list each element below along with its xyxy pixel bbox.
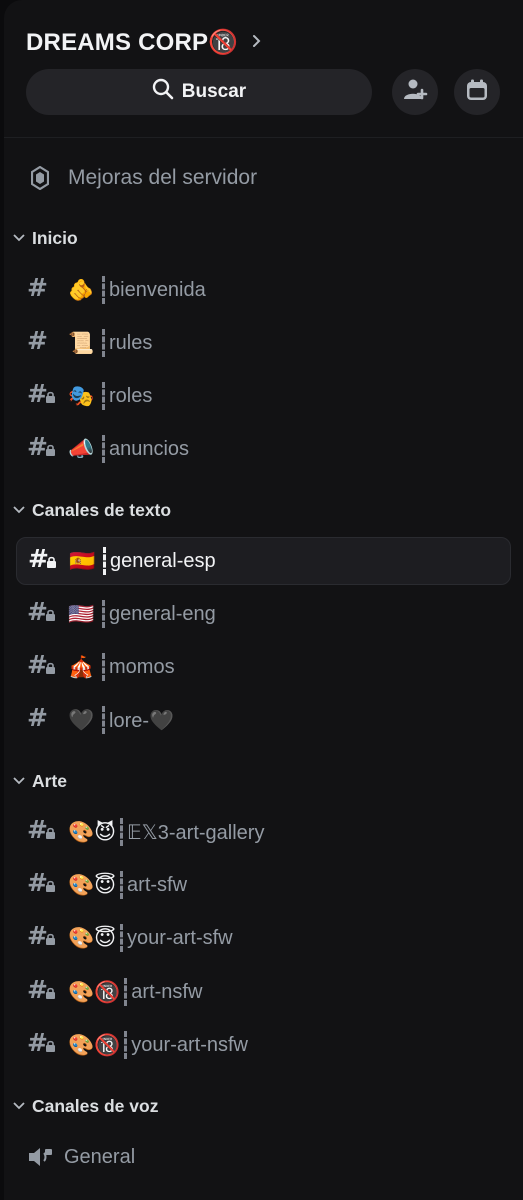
channel-item[interactable]: # 🎨😇 your-art-sfw	[16, 914, 511, 962]
channel-separator	[120, 924, 124, 952]
channel-emoji: 📣	[68, 436, 95, 461]
channel-item[interactable]: # 🎭 roles	[16, 372, 511, 420]
voice-channel-general[interactable]: General	[16, 1133, 511, 1181]
category-inicio[interactable]: Inicio	[12, 225, 78, 251]
channel-separator	[102, 329, 105, 357]
channel-label: lore-🖤	[109, 709, 174, 732]
category-label: Inicio	[32, 227, 78, 248]
channel-separator	[102, 276, 105, 304]
server-header[interactable]: DREAMS CORP🔞	[26, 26, 262, 58]
category-label: Canales de texto	[32, 499, 172, 520]
hash-icon: #	[27, 326, 48, 355]
channel-label: rules	[109, 331, 153, 354]
channel-emoji: 🇪🇸	[69, 548, 96, 573]
channel-emoji: 🎪	[68, 654, 95, 679]
invite-members-button[interactable]	[392, 69, 438, 115]
channel-item[interactable]: # 📜 rules	[16, 319, 511, 367]
hash-lock-icon: #	[17, 544, 65, 574]
channel-label: general-eng	[109, 602, 216, 625]
channel-label: 𝔼𝕏3-art-gallery	[127, 821, 265, 844]
server-boosts-label: Mejoras del servidor	[68, 166, 258, 189]
channel-label: art-nsfw	[131, 980, 203, 1003]
channel-item[interactable]: # 🎨🔞 art-nsfw	[16, 968, 511, 1016]
channel-separator	[102, 435, 105, 463]
events-button[interactable]	[454, 69, 500, 115]
hash-icon: #	[27, 703, 48, 732]
calendar-icon	[466, 79, 488, 105]
hash-lock-icon: #	[16, 975, 64, 1005]
channel-item[interactable]: # 🫵 bienvenida	[16, 266, 511, 314]
hash-lock-icon: #	[16, 379, 64, 409]
channel-separator	[102, 653, 105, 681]
chevron-down-icon	[12, 231, 26, 245]
sidebar-toolbar: Buscar	[26, 69, 501, 115]
channel-emoji: 🎭	[68, 383, 95, 408]
chevron-down-icon	[12, 1099, 26, 1113]
voice-channel-label: General	[64, 1145, 136, 1168]
channel-item[interactable]: # 🎪 momos	[16, 643, 511, 691]
chevron-down-icon	[12, 503, 26, 517]
channel-sidebar: DREAMS CORP🔞 Buscar Mejoras del servidor…	[4, 0, 523, 1200]
channel-label: momos	[109, 655, 175, 678]
channel-label: general-esp	[110, 549, 216, 572]
channel-label: bienvenida	[109, 278, 206, 301]
channel-separator	[102, 706, 105, 734]
channel-emoji: 🫵	[68, 277, 95, 302]
channel-separator	[124, 1031, 128, 1059]
channel-item[interactable]: # 🎨😇 art-sfw	[16, 861, 511, 909]
channel-item[interactable]: # 🎨😈 𝔼𝕏3-art-gallery	[16, 808, 511, 856]
channel-separator	[102, 382, 105, 410]
category-label: Canales de voz	[32, 1095, 159, 1116]
channel-separator	[103, 547, 106, 575]
hash-icon: #	[27, 273, 48, 302]
server-name: DREAMS CORP🔞	[26, 28, 238, 57]
channel-label: anuncios	[109, 437, 190, 460]
hash-lock-icon: #	[16, 1028, 64, 1058]
category-label: Arte	[32, 770, 68, 791]
channel-separator	[124, 978, 128, 1006]
channel-emoji: 🎨🔞	[68, 979, 121, 1004]
channel-emoji: 🎨😈	[68, 819, 117, 844]
channel-item[interactable]: # 🇪🇸 general-esp	[16, 537, 511, 585]
boost-gem-icon	[16, 166, 64, 190]
hash-lock-icon: #	[16, 868, 64, 898]
channel-label: roles	[109, 384, 153, 407]
hash-lock-icon: #	[16, 921, 64, 951]
chevron-down-icon	[12, 774, 26, 788]
channel-label: your-art-sfw	[127, 926, 233, 949]
channel-emoji: 🇺🇸	[68, 601, 95, 626]
channel-label: art-sfw	[127, 873, 188, 896]
hash-lock-icon: #	[16, 432, 64, 462]
search-icon	[152, 78, 174, 106]
channel-item[interactable]: # 🖤 lore-🖤	[16, 696, 511, 744]
channel-separator	[120, 818, 124, 846]
channel-item[interactable]: # 🎨🔞 your-art-nsfw	[16, 1021, 511, 1069]
channel-item[interactable]: # 📣 anuncios	[16, 425, 511, 473]
server-name-badge: 🔞	[208, 28, 239, 56]
hash-lock-icon: #	[16, 597, 64, 627]
chevron-right-icon[interactable]	[252, 32, 262, 53]
add-user-icon	[402, 78, 428, 106]
category-arte[interactable]: Arte	[12, 768, 67, 794]
channel-separator	[120, 871, 124, 899]
header-divider	[4, 137, 523, 138]
hash-lock-icon: #	[16, 650, 64, 680]
search-button[interactable]: Buscar	[26, 69, 372, 115]
channel-item[interactable]: # 🇺🇸 general-eng	[16, 590, 511, 638]
server-name-text: DREAMS CORP	[26, 28, 209, 56]
category-canales-de-texto[interactable]: Canales de texto	[12, 497, 171, 523]
server-boosts-item[interactable]: Mejoras del servidor	[16, 154, 511, 202]
channel-emoji: 🎨🔞	[68, 1032, 121, 1057]
channel-emoji: 🎨😇	[68, 925, 117, 950]
channel-separator	[102, 600, 105, 628]
channel-emoji: 📜	[68, 330, 95, 355]
channel-emoji: 🎨😇	[68, 872, 117, 897]
search-label: Buscar	[181, 81, 247, 102]
channel-label: your-art-nsfw	[131, 1033, 248, 1056]
channel-emoji: 🖤	[68, 707, 95, 732]
speaker-lock-icon	[16, 1145, 64, 1169]
hash-lock-icon: #	[16, 815, 64, 845]
category-canales-de-voz[interactable]: Canales de voz	[12, 1093, 158, 1119]
